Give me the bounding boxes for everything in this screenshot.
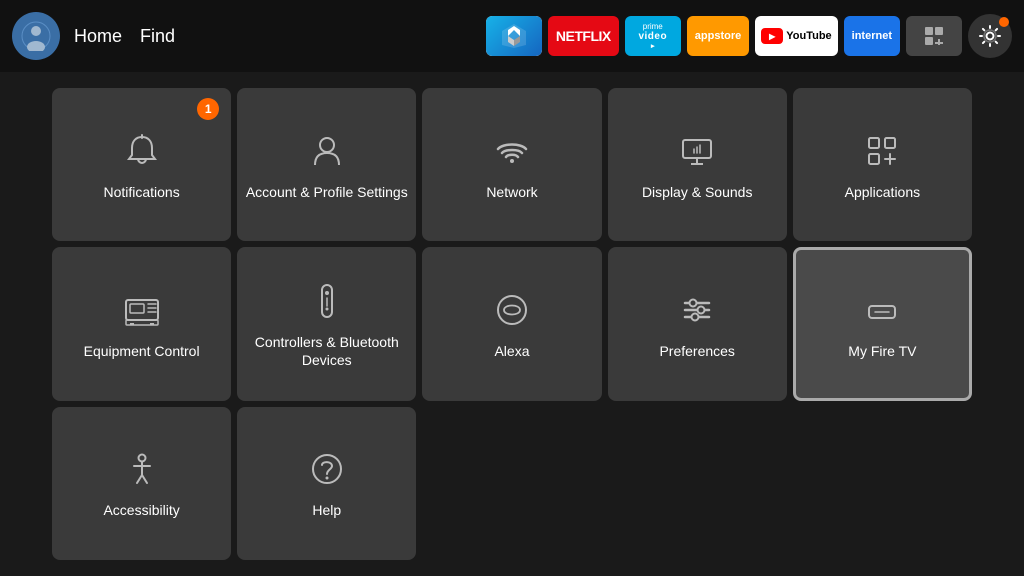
prime-label-1: prime — [643, 22, 663, 31]
help-icon — [305, 447, 349, 491]
applications-label: Applications — [845, 183, 921, 201]
appstore-label: appstore — [695, 30, 741, 42]
display-label: Display & Sounds — [642, 183, 753, 201]
notifications-label: Notifications — [103, 183, 179, 201]
app-kodi[interactable] — [486, 16, 542, 56]
settings-button[interactable] — [968, 14, 1012, 58]
myfiretv-label: My Fire TV — [848, 342, 916, 360]
tv-icon — [120, 288, 164, 332]
accessibility-icon — [120, 447, 164, 491]
person-icon — [305, 129, 349, 173]
top-nav: Home Find NETFLIX prime video ▸ — [0, 0, 1024, 72]
app-appstore[interactable]: appstore — [687, 16, 749, 56]
apps-icon — [860, 129, 904, 173]
grid-item-network[interactable]: Network — [422, 88, 601, 241]
display-icon — [675, 129, 719, 173]
account-label: Account & Profile Settings — [246, 183, 408, 201]
grid-item-alexa[interactable]: Alexa — [422, 247, 601, 400]
grid-item-myfiretv[interactable]: My Fire TV — [793, 247, 972, 400]
bell-icon — [120, 129, 164, 173]
app-youtube[interactable]: ▶ YouTube — [755, 16, 837, 56]
grid-item-controllers[interactable]: Controllers & Bluetooth Devices — [237, 247, 416, 400]
controllers-label: Controllers & Bluetooth Devices — [237, 333, 416, 369]
accessibility-label: Accessibility — [103, 501, 179, 519]
nav-home[interactable]: Home — [74, 26, 122, 47]
grid-item-display[interactable]: Display & Sounds — [608, 88, 787, 241]
gear-icon — [978, 24, 1002, 48]
grid-item-accessibility[interactable]: Accessibility — [52, 407, 231, 560]
grid-item-equipment[interactable]: Equipment Control — [52, 247, 231, 400]
prime-label-2: video — [638, 31, 667, 42]
alexa-icon — [490, 288, 534, 332]
netflix-label: NETFLIX — [556, 28, 611, 44]
prime-arrow: ▸ — [651, 42, 655, 50]
notification-badge: 1 — [197, 98, 219, 120]
internet-label: internet — [852, 30, 892, 42]
app-internet[interactable]: internet — [844, 16, 900, 56]
network-label: Network — [486, 183, 537, 201]
sliders-icon — [675, 288, 719, 332]
youtube-icon-wrapper: ▶ YouTube — [761, 28, 831, 44]
settings-notification-dot — [999, 17, 1009, 27]
nav-find[interactable]: Find — [140, 26, 175, 47]
nav-apps: NETFLIX prime video ▸ appstore ▶ YouTube… — [486, 14, 1012, 58]
grid-item-account[interactable]: Account & Profile Settings — [237, 88, 416, 241]
grid-item-preferences[interactable]: Preferences — [608, 247, 787, 400]
app-prime[interactable]: prime video ▸ — [625, 16, 681, 56]
firetv-icon — [860, 288, 904, 332]
app-grid-button[interactable] — [906, 16, 962, 56]
preferences-label: Preferences — [659, 342, 734, 360]
wifi-icon — [490, 129, 534, 173]
help-label: Help — [312, 501, 341, 519]
youtube-play-icon: ▶ — [761, 28, 783, 44]
youtube-label: YouTube — [786, 30, 831, 42]
grid-item-notifications[interactable]: 1 Notifications — [52, 88, 231, 241]
app-netflix[interactable]: NETFLIX — [548, 16, 619, 56]
grid-item-applications[interactable]: Applications — [793, 88, 972, 241]
user-avatar[interactable] — [12, 12, 60, 60]
settings-grid: 1 Notifications Account & Profile Settin… — [0, 72, 1024, 576]
remote-icon — [305, 279, 349, 323]
grid-item-help[interactable]: Help — [237, 407, 416, 560]
grid-icon — [923, 25, 945, 47]
equipment-label: Equipment Control — [84, 342, 200, 360]
kodi-icon — [500, 22, 528, 50]
nav-links: Home Find — [74, 26, 175, 47]
alexa-label: Alexa — [494, 342, 529, 360]
